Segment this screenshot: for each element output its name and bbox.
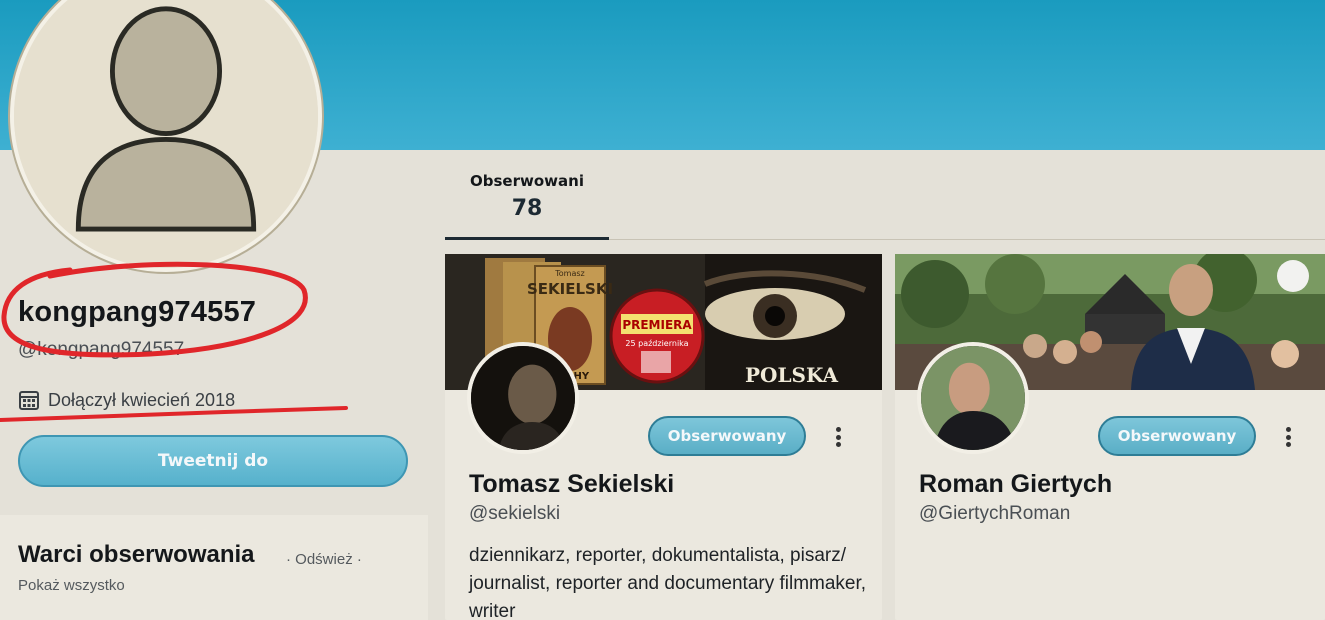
card-user-handle: @GiertychRoman <box>919 503 1071 524</box>
calendar-icon <box>19 391 39 410</box>
profile-display-name: kongpang974557 <box>18 296 257 328</box>
card-avatar-giertych[interactable] <box>917 342 1029 454</box>
tab-following-label: Obserwowani <box>470 172 584 190</box>
separator-dot: · <box>356 551 362 568</box>
banner-author-text: Tomasz <box>554 269 584 278</box>
tweet-to-button[interactable]: Tweetnij do <box>18 435 408 487</box>
who-to-follow-links: · Odśwież · <box>286 551 362 568</box>
user-photo-icon <box>471 346 575 450</box>
profile-joined-date: Dołączył kwiecień 2018 <box>18 389 235 411</box>
joined-text: Dołączył kwiecień 2018 <box>48 389 236 410</box>
card-user-handle: @sekielski <box>469 503 561 524</box>
card-user-bio: dziennikarz, reporter, dokumentalista, p… <box>469 545 867 620</box>
user-card-giertych[interactable]: Obserwowany Roman Giertych @GiertychRoma… <box>895 254 1325 620</box>
follow-button[interactable]: Obserwowany <box>648 416 806 456</box>
default-avatar-icon <box>14 0 318 268</box>
card-user-name[interactable]: Tomasz Sekielski <box>469 470 674 499</box>
more-vertical-icon[interactable] <box>1279 424 1297 450</box>
user-card-sekielski[interactable]: Tomasz SEKIELSKI SUCHY PREMIERA 25 paźdz… <box>445 254 882 620</box>
banner-date-text: 25 października <box>625 339 688 348</box>
who-to-follow-panel: Warci obserwowania · Odśwież · Pokaż wsz… <box>0 515 428 620</box>
banner-surname-text: SEKIELSKI <box>527 280 613 298</box>
follow-button[interactable]: Obserwowany <box>1098 416 1256 456</box>
user-photo-icon <box>921 346 1025 450</box>
profile-avatar[interactable] <box>10 0 322 272</box>
profile-nav: Obserwowani 78 <box>445 150 1325 240</box>
profile-sidebar: kongpang974557 @kongpang974557 Dołączył … <box>0 240 430 620</box>
profile-handle: @kongpang974557 <box>18 339 185 360</box>
card-user-name[interactable]: Roman Giertych <box>919 470 1112 499</box>
card-avatar-sekielski[interactable] <box>467 342 579 454</box>
tab-following[interactable]: Obserwowani 78 <box>445 150 609 240</box>
refresh-link[interactable]: Odśwież <box>295 551 353 568</box>
more-vertical-icon[interactable] <box>829 424 847 450</box>
separator-dot: · <box>286 551 291 568</box>
tab-following-count: 78 <box>511 196 543 221</box>
banner-brand-text: POLSKA <box>745 363 839 387</box>
who-to-follow-title: Warci obserwowania <box>18 541 255 568</box>
banner-premiere-text: PREMIERA <box>622 318 692 332</box>
show-all-link[interactable]: Pokaż wszystko <box>18 577 125 594</box>
